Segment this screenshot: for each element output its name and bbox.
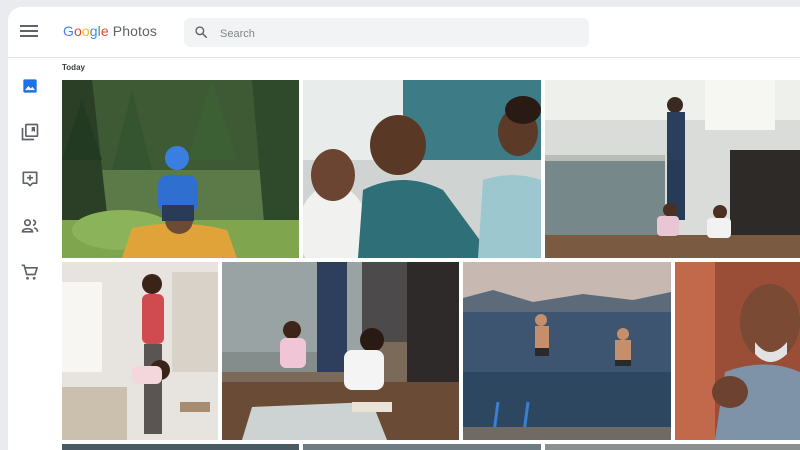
google-photos-logo[interactable]: Google Photos xyxy=(63,23,157,39)
albums-icon[interactable] xyxy=(20,122,40,142)
photo-thumbnail[interactable] xyxy=(675,262,800,440)
sharing-icon[interactable] xyxy=(20,216,40,236)
sidebar-nav xyxy=(8,58,56,450)
photo-thumbnail[interactable] xyxy=(303,444,541,450)
search-input[interactable] xyxy=(218,18,582,49)
kids-floor-photo xyxy=(222,262,459,440)
logo-letter: o xyxy=(81,23,90,39)
photo-thumbnail[interactable] xyxy=(545,444,800,450)
man-laughing-photo xyxy=(675,262,800,440)
photo-thumbnail[interactable] xyxy=(545,80,800,258)
top-app-bar: Google Photos xyxy=(8,7,800,58)
photo-thumbnail[interactable] xyxy=(62,262,218,440)
photo-thumbnail[interactable] xyxy=(463,262,671,440)
logo-letter: e xyxy=(100,23,109,39)
photo-thumbnail[interactable] xyxy=(303,80,541,258)
logo-letter: g xyxy=(89,23,98,39)
search-icon[interactable] xyxy=(194,25,208,39)
shopping-cart-icon[interactable] xyxy=(20,262,40,282)
app-window: Google Photos Search Today xyxy=(8,7,800,450)
assistant-icon[interactable] xyxy=(20,169,40,189)
photo-thumbnail[interactable] xyxy=(62,444,299,450)
mother-daughter-photo xyxy=(62,262,218,440)
section-date-label: Today xyxy=(62,63,85,72)
search-bar[interactable] xyxy=(184,18,589,49)
photo-thumbnail[interactable] xyxy=(222,262,459,440)
menu-icon[interactable] xyxy=(20,23,38,39)
lake-jump-photo xyxy=(463,262,671,440)
logo-letter: o xyxy=(74,23,82,39)
family-couch-photo xyxy=(303,80,541,258)
logo-product-name: Photos xyxy=(112,23,157,39)
forest-photo xyxy=(62,80,299,258)
photo-thumbnail[interactable] xyxy=(62,80,299,258)
kitchen-photo xyxy=(545,80,800,258)
logo-letter: G xyxy=(63,23,74,39)
photos-icon[interactable] xyxy=(20,76,40,96)
